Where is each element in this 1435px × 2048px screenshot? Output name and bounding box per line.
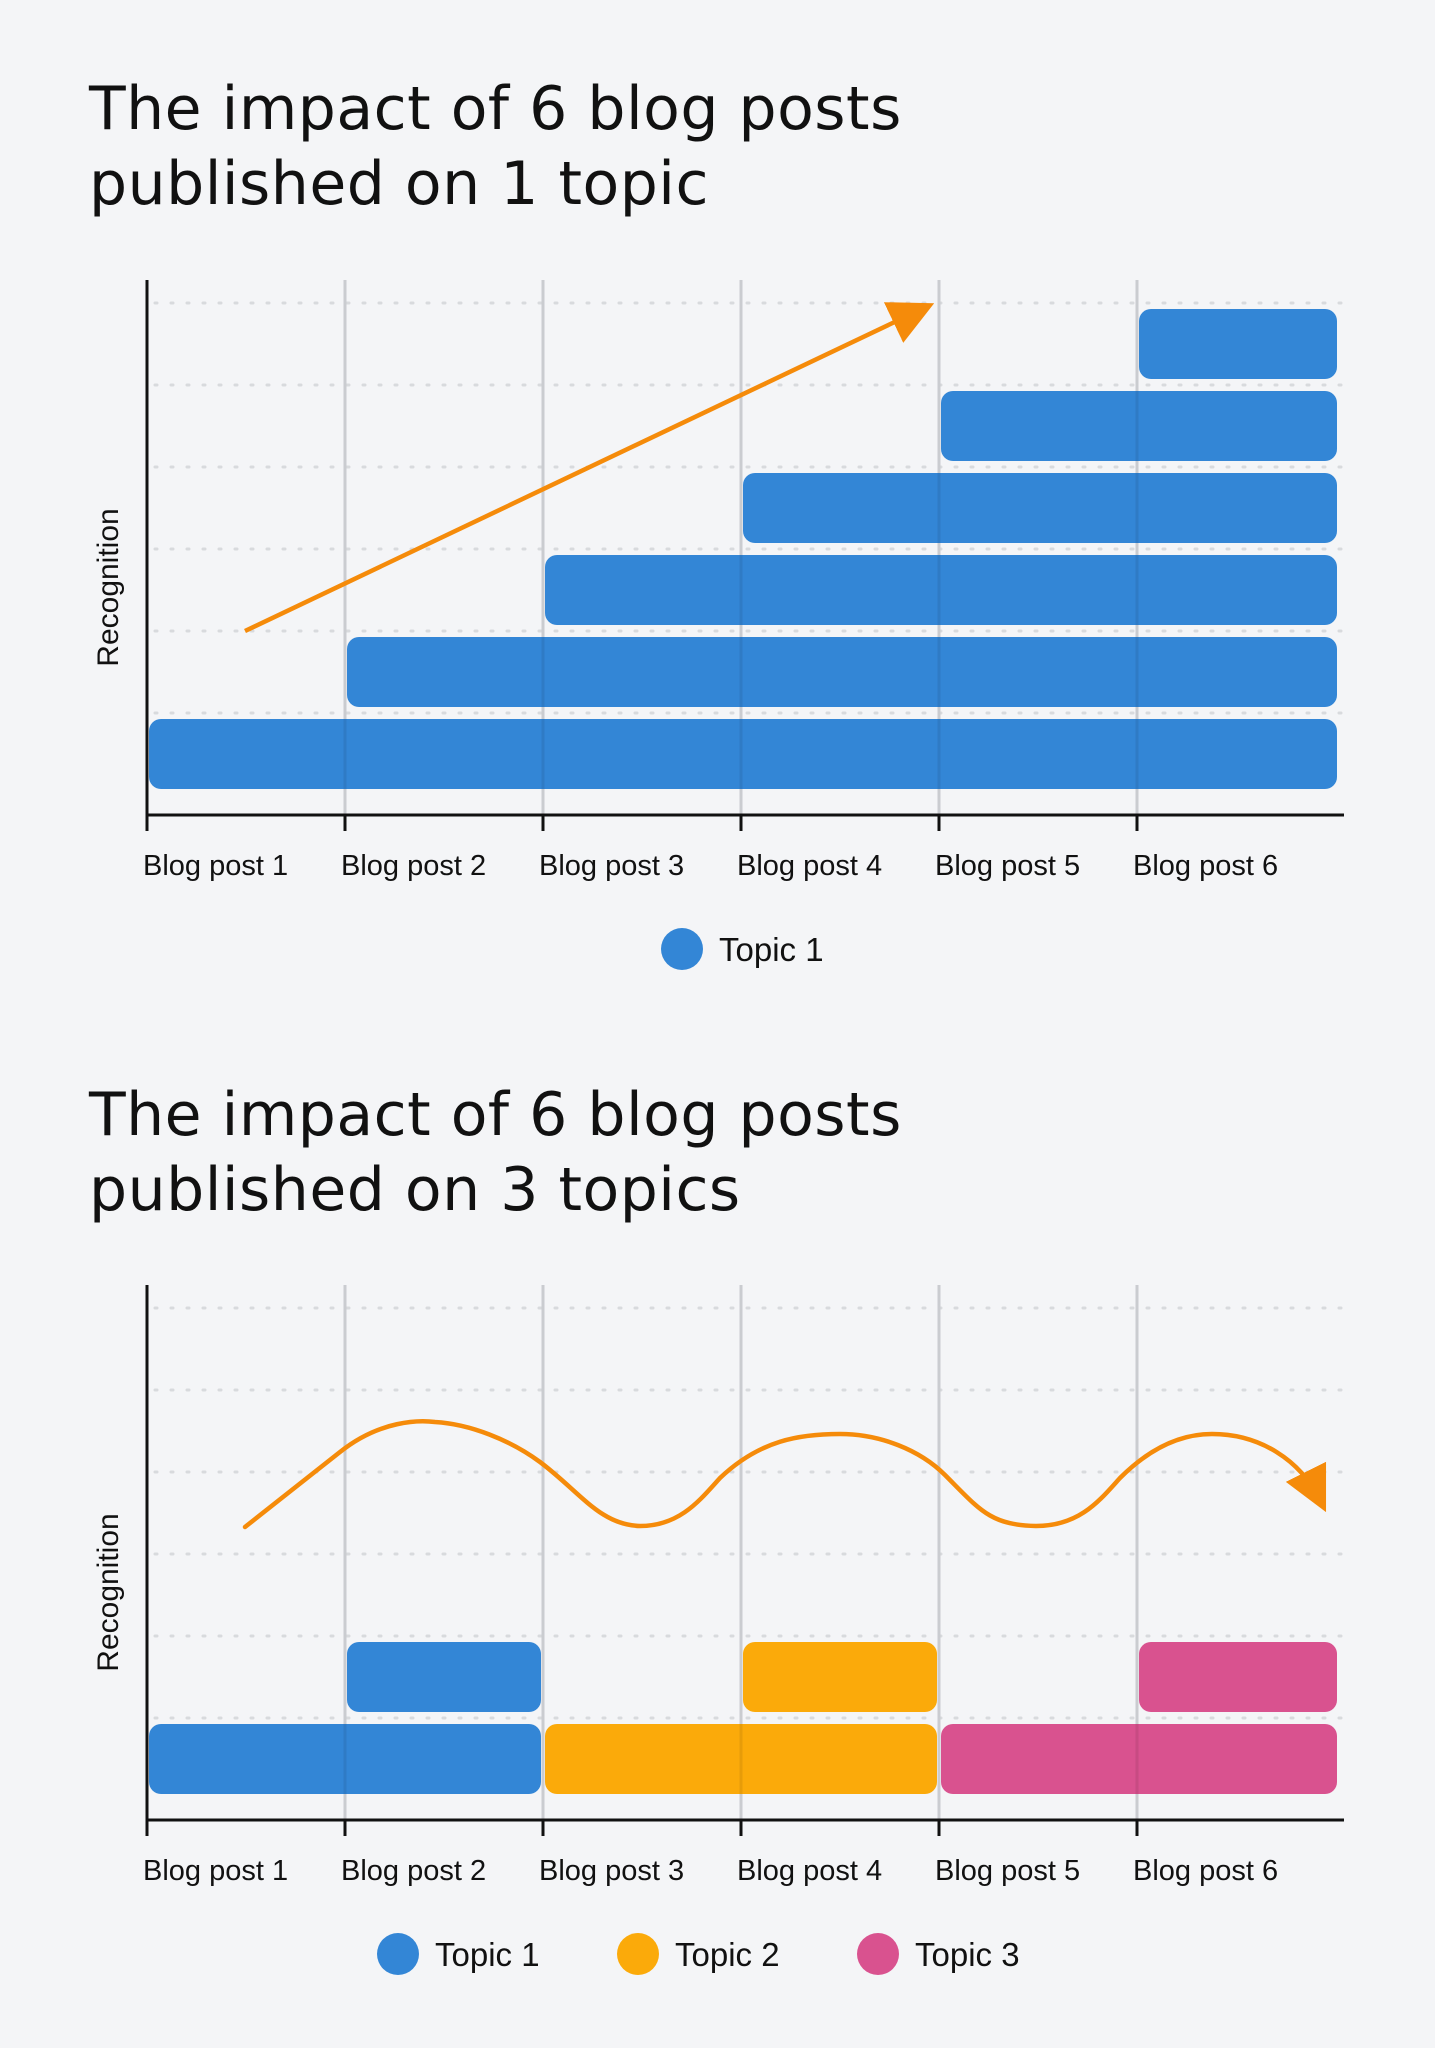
legend-label: Topic 3: [915, 1936, 1020, 1973]
x-tick-label: Blog post 1: [143, 1855, 288, 1887]
bar-topic-1: [1139, 309, 1337, 379]
bar-topic-3: [1139, 1642, 1337, 1712]
x-tick-label: Blog post 1: [143, 850, 288, 882]
chart-1: Blog post 1 Blog post 2 Blog post 3 Blog po…: [92, 280, 1346, 970]
x-tick-label: Blog post 2: [341, 850, 486, 882]
bar-topic-1: [545, 555, 1337, 625]
legend-swatch: [857, 1933, 899, 1975]
x-tick-label: Blog post 3: [539, 850, 684, 882]
legend-label: Topic 1: [719, 931, 824, 968]
x-tick-label: Blog post 4: [737, 850, 882, 882]
legend-swatch: [377, 1933, 419, 1975]
x-tick-label: Blog post 6: [1133, 1855, 1278, 1887]
legend-swatch: [661, 928, 703, 970]
charts-canvas: Blog post 1 Blog post 2 Blog post 3 Blog po…: [92, 280, 1346, 1975]
bar-topic-1: [149, 719, 1337, 789]
x-tick-label: Blog post 6: [1133, 850, 1278, 882]
wave-arrow: [242, 1419, 1327, 1530]
legend-label: Topic 2: [675, 1936, 780, 1973]
legend-swatch: [617, 1933, 659, 1975]
x-tick-label: Blog post 3: [539, 1855, 684, 1887]
bar-topic-3: [941, 1724, 1337, 1794]
x-tick-label: Blog post 4: [737, 1855, 882, 1887]
bar-topic-1: [347, 637, 1337, 707]
bar-topic-2: [743, 1642, 937, 1712]
y-axis-label: Recognition: [92, 508, 125, 666]
legend-label: Topic 1: [435, 1936, 540, 1973]
y-axis-label: Recognition: [92, 1513, 125, 1671]
bar-topic-1: [347, 1642, 541, 1712]
x-tick-label: Blog post 5: [935, 1855, 1080, 1887]
x-tick-label: Blog post 2: [341, 1855, 486, 1887]
bar-topic-1: [941, 391, 1337, 461]
bar-topic-1: [743, 473, 1337, 543]
x-tick-label: Blog post 5: [935, 850, 1080, 882]
chart-2: Blog post 1 Blog post 2 Blog post 3 Blog po…: [92, 1285, 1346, 1975]
